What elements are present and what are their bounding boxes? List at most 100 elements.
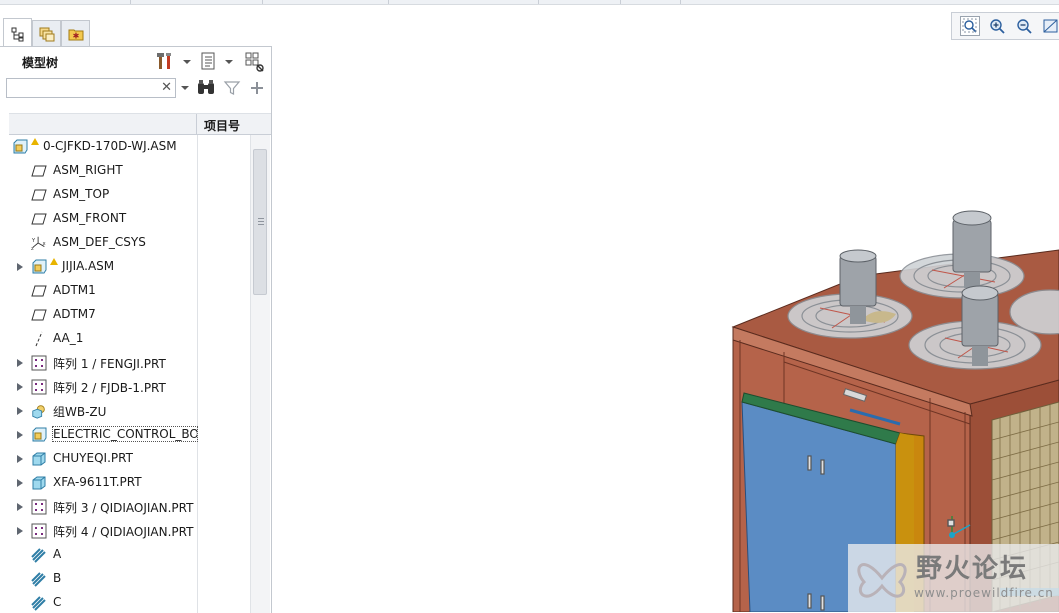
tree-row-label: XFA-9611T.PRT xyxy=(53,475,142,489)
tree-row[interactable]: 阵列 3 / QIDIAOJIAN.PRT xyxy=(0,495,250,519)
tree-row-label: 组WB-ZU xyxy=(53,405,107,419)
settings-tools-icon[interactable] xyxy=(156,51,174,71)
tree-row[interactable]: C xyxy=(0,591,250,613)
tree-row[interactable]: ADTM1 xyxy=(0,279,250,303)
zoom-in-icon[interactable] xyxy=(987,16,1007,36)
show-dropdown-icon[interactable] xyxy=(225,60,233,64)
model-tree-body: 模型树 ✕ 项目号 0-CJFKD-170D-WJ.ASM ASM_RIGHT … xyxy=(0,46,272,613)
tree-row[interactable]: AA_1 xyxy=(0,327,250,351)
zoom-out-icon[interactable] xyxy=(1014,16,1034,36)
tree-row[interactable]: ELECTRIC_CONTROL_BOX xyxy=(0,423,250,447)
tree-row-label: 阵列 2 / FJDB-1.PRT xyxy=(53,381,166,395)
toolbar-separator xyxy=(388,0,389,4)
cosmetic-icon xyxy=(31,571,47,587)
tree-row-label: B xyxy=(53,571,62,585)
tree-row-label: ADTM1 xyxy=(53,283,96,297)
part-icon xyxy=(31,451,47,467)
item-number-column-header[interactable]: 项目号 xyxy=(204,117,240,134)
watermark-title: 野火论坛 xyxy=(916,554,1029,584)
toolbar-separator xyxy=(130,0,131,4)
tree-row[interactable]: JIJIA.ASM xyxy=(0,255,250,279)
scroll-grip xyxy=(258,224,264,225)
tree-row-label: ASM_TOP xyxy=(53,187,110,201)
layers-tab[interactable] xyxy=(32,20,61,47)
top-toolbar-strip xyxy=(0,0,1059,5)
datum-plane-icon xyxy=(31,307,47,323)
tree-row[interactable]: 阵列 4 / QIDIAOJIAN.PRT xyxy=(0,519,250,543)
expand-arrow-icon[interactable] xyxy=(17,455,23,463)
tree-search-field[interactable]: ✕ xyxy=(6,78,176,98)
tree-row[interactable]: CHUYEQI.PRT xyxy=(0,447,250,471)
scrollbar-thumb[interactable] xyxy=(253,149,267,295)
toolbar-separator xyxy=(538,0,539,4)
tree-row-label: ASM_DEF_CSYS xyxy=(53,235,146,249)
scroll-grip xyxy=(258,218,264,219)
tree-row-label: ADTM7 xyxy=(53,307,96,321)
tree-row[interactable]: ASM_RIGHT xyxy=(0,159,250,183)
tree-row[interactable]: 阵列 1 / FENGJI.PRT xyxy=(0,351,250,375)
part-icon xyxy=(31,475,47,491)
svg-text:z: z xyxy=(31,246,34,251)
folder-star-icon: ✱ xyxy=(68,29,83,41)
datum-plane-icon xyxy=(31,163,47,179)
butterfly-logo-icon xyxy=(857,563,907,598)
pattern-icon xyxy=(31,523,47,539)
model-tree-list: 0-CJFKD-170D-WJ.ASM ASM_RIGHT ASM_TOP ASM_F… xyxy=(0,135,250,613)
expand-arrow-icon[interactable] xyxy=(17,359,23,367)
tree-row-label: CHUYEQI.PRT xyxy=(53,451,133,465)
warning-icon xyxy=(31,138,39,145)
expand-arrow-icon[interactable] xyxy=(17,479,23,487)
tree-row-label: A xyxy=(53,547,62,561)
svg-text:✱: ✱ xyxy=(72,32,79,41)
expand-arrow-icon[interactable] xyxy=(17,503,23,511)
expand-arrow-icon[interactable] xyxy=(17,527,23,535)
cosmetic-icon xyxy=(31,547,47,563)
clear-icon[interactable]: ✕ xyxy=(161,79,172,96)
tree-row-label: ASM_RIGHT xyxy=(53,163,123,177)
show-menu-icon[interactable] xyxy=(200,52,216,70)
column-divider[interactable] xyxy=(196,114,197,134)
tree-row[interactable]: ADTM7 xyxy=(0,303,250,327)
datum-plane-icon xyxy=(31,187,47,203)
filter-icon[interactable] xyxy=(223,79,241,97)
view-icon[interactable] xyxy=(1041,16,1059,36)
tree-search-input[interactable] xyxy=(7,79,155,95)
find-binoculars-icon[interactable] xyxy=(196,79,216,97)
expand-arrow-icon[interactable] xyxy=(17,383,23,391)
expand-arrow-icon[interactable] xyxy=(17,407,23,415)
tree-row-label: 阵列 1 / FENGJI.PRT xyxy=(53,357,166,371)
tree-row[interactable]: 组WB-ZU xyxy=(0,399,250,423)
tree-row[interactable]: Yx z ASM_DEF_CSYS xyxy=(0,231,250,255)
datum-plane-icon xyxy=(31,211,47,227)
tree-row-label: AA_1 xyxy=(53,331,84,345)
toolbar-separator xyxy=(262,0,263,4)
tree-row[interactable]: 阵列 2 / FJDB-1.PRT xyxy=(0,375,250,399)
model-tree-icon xyxy=(11,27,23,41)
assembly-icon xyxy=(31,259,47,275)
tree-row[interactable]: 0-CJFKD-170D-WJ.ASM xyxy=(0,135,250,159)
tree-row-label: 阵列 4 / QIDIAOJIAN.PRT xyxy=(53,525,194,539)
tree-columns-icon[interactable] xyxy=(244,51,266,73)
assembly-icon xyxy=(12,139,28,155)
datum-axis-icon xyxy=(31,331,47,347)
datum-plane-icon xyxy=(31,283,47,299)
settings-dropdown-icon[interactable] xyxy=(183,60,191,64)
tree-row[interactable]: A xyxy=(0,543,250,567)
search-dropdown-icon[interactable] xyxy=(181,86,189,90)
tree-row[interactable]: ASM_FRONT xyxy=(0,207,250,231)
forum-watermark: 野火论坛 www.proewildfire.cn xyxy=(848,544,1059,612)
refit-icon[interactable] xyxy=(960,16,980,36)
tree-row[interactable]: B xyxy=(0,567,250,591)
expand-arrow-icon[interactable] xyxy=(17,431,23,439)
add-icon[interactable] xyxy=(249,79,265,97)
cosmetic-icon xyxy=(31,595,47,611)
panel-title: 模型树 xyxy=(22,56,59,70)
favorites-tab[interactable]: ✱ xyxy=(61,20,90,47)
tree-row[interactable]: ASM_TOP xyxy=(0,183,250,207)
layers-icon xyxy=(39,27,54,42)
model-tree-tab[interactable] xyxy=(3,18,32,48)
expand-arrow-icon[interactable] xyxy=(17,263,23,271)
tree-row[interactable]: XFA-9611T.PRT xyxy=(0,471,250,495)
tree-row-label: 0-CJFKD-170D-WJ.ASM xyxy=(43,139,177,153)
tree-scrollbar[interactable] xyxy=(250,135,270,613)
